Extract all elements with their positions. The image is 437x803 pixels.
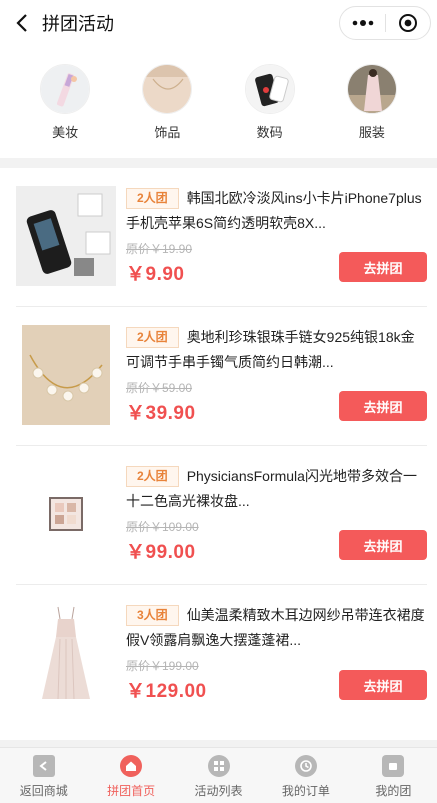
more-dots-icon [352, 20, 373, 26]
tab-my-group[interactable]: 我的团 [350, 748, 437, 803]
product-title-line: 2人团 韩国北欧冷淡风ins小卡片iPhone7plus手机壳苹果6S简约透明软壳… [126, 186, 427, 238]
grid-icon [207, 755, 230, 777]
product-item[interactable]: 2人团 韩国北欧冷淡风ins小卡片iPhone7plus手机壳苹果6S简约透明软壳… [16, 168, 427, 307]
category-label: 数码 [256, 125, 283, 140]
category-label: 美妆 [52, 125, 79, 140]
product-title-line: 2人团 奥地利珍珠银珠手链女925纯银18k金可调节手串手镯气质简约日韩潮... [126, 325, 427, 377]
join-group-button[interactable]: 去拼团 [339, 391, 427, 421]
back-store-icon [32, 755, 55, 777]
product-title-line: 2人团 PhysiciansFormula闪光地带多效合一十二色高光裸妆盘... [126, 464, 427, 516]
tab-back-store[interactable]: 返回商城 [0, 748, 87, 803]
category-digital-image [244, 64, 295, 114]
back-button[interactable] [4, 0, 40, 46]
group-size-badge: 2人团 [126, 188, 179, 209]
tab-label: 返回商城 [19, 784, 68, 798]
target-close-icon [398, 14, 417, 32]
more-button[interactable] [340, 7, 385, 39]
group-size-badge: 2人团 [126, 466, 179, 487]
tab-label: 我的团 [375, 784, 412, 798]
tab-label: 拼团首页 [107, 784, 156, 798]
product-image [16, 601, 116, 705]
product-image [16, 323, 116, 427]
page-title: 拼团活动 [42, 14, 114, 34]
join-group-button[interactable]: 去拼团 [339, 670, 427, 700]
product-item[interactable]: 2人团 奥地利珍珠银珠手链女925纯银18k金可调节手串手镯气质简约日韩潮... … [16, 307, 427, 446]
tab-my-orders[interactable]: 我的订单 [262, 748, 349, 803]
category-clothing[interactable]: 服装 [337, 46, 407, 158]
category-label: 饰品 [154, 125, 181, 140]
product-item[interactable]: 2人团 PhysiciansFormula闪光地带多效合一十二色高光裸妆盘... … [16, 446, 427, 585]
category-bar: 美妆 饰品 数码 服装 [0, 46, 437, 158]
category-digital[interactable]: 数码 [235, 46, 305, 158]
group-size-badge: 2人团 [126, 327, 179, 348]
product-item[interactable]: 3人团 仙美温柔精致木耳边网纱吊带连衣裙度假V领露肩飘逸大摆蓬蓬裙... 原价￥1… [16, 585, 427, 724]
group-size-badge: 3人团 [126, 605, 179, 626]
chevron-left-icon [16, 14, 27, 32]
clock-icon [294, 755, 317, 777]
product-image [16, 462, 116, 566]
join-group-button[interactable]: 去拼团 [339, 252, 427, 282]
category-accessories[interactable]: 饰品 [132, 46, 202, 158]
category-label: 服装 [358, 125, 385, 140]
category-makeup[interactable]: 美妆 [30, 46, 100, 158]
product-image [16, 184, 116, 288]
tab-label: 活动列表 [194, 784, 243, 798]
bottom-tab-bar: 返回商城 拼团首页 活动列表 我的订单 我的团 [0, 747, 437, 803]
nav-bar: 拼团活动 [0, 0, 437, 46]
category-accessories-image [142, 64, 193, 114]
group-icon [382, 755, 405, 777]
close-button[interactable] [386, 7, 430, 39]
category-makeup-image [40, 64, 91, 114]
join-group-button[interactable]: 去拼团 [339, 530, 427, 560]
mini-program-capsule [339, 6, 431, 40]
tab-activity-list[interactable]: 活动列表 [175, 748, 262, 803]
category-clothing-image [346, 64, 397, 114]
tab-label: 我的订单 [281, 784, 330, 798]
tab-group-home[interactable]: 拼团首页 [87, 748, 174, 803]
product-list: 2人团 韩国北欧冷淡风ins小卡片iPhone7plus手机壳苹果6S简约透明软壳… [0, 168, 437, 740]
home-icon [120, 755, 143, 777]
product-title-line: 3人团 仙美温柔精致木耳边网纱吊带连衣裙度假V领露肩飘逸大摆蓬蓬裙... [126, 603, 427, 655]
